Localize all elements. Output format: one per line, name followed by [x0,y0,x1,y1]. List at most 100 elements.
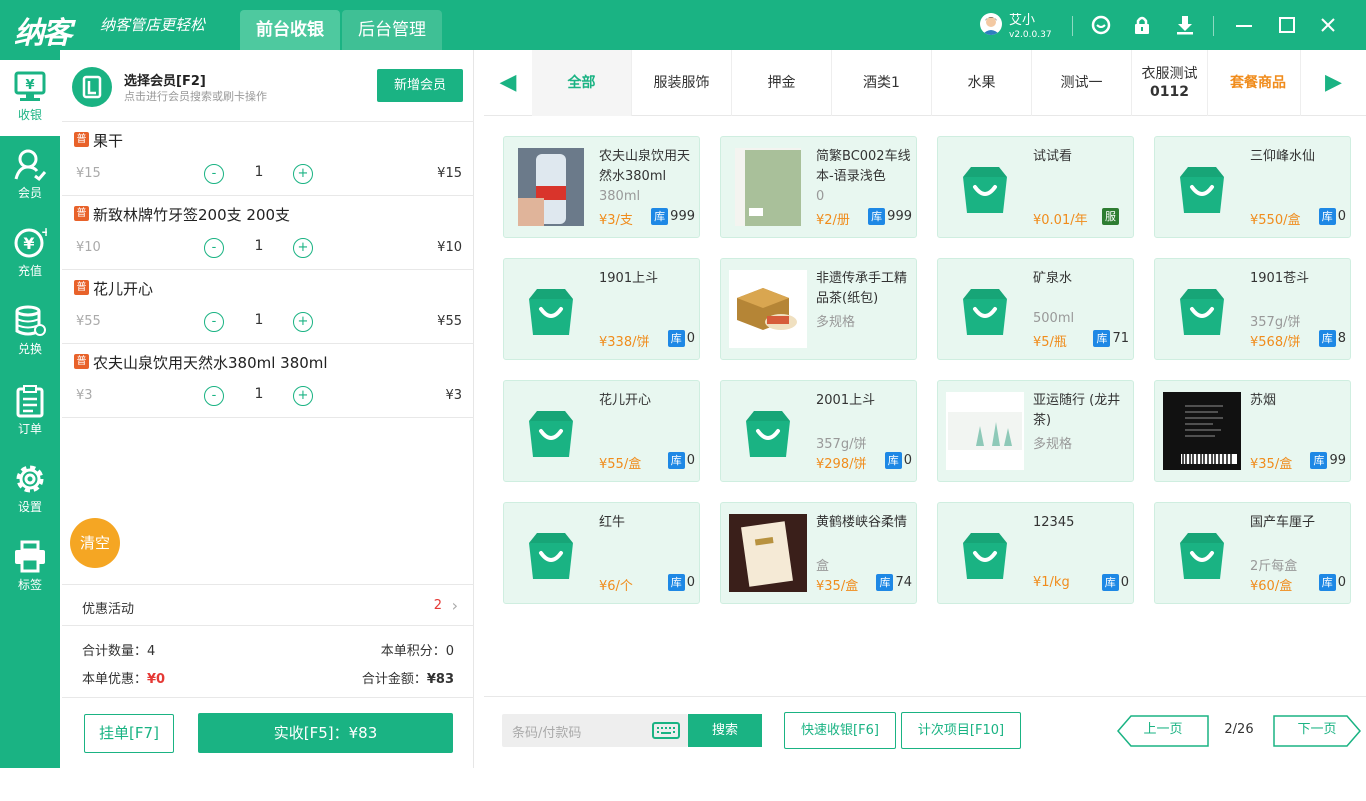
bottom-toolbar: 条码/付款码 搜索 快速收银[F6] 计次项目[F10] 上一页 2/26 下一… [484,696,1366,768]
increase-button[interactable]: + [293,238,313,258]
category-prev-arrow-icon[interactable]: ◀ [484,50,532,116]
sidebar-item-labels[interactable]: 标签 [0,528,60,604]
cart-item-price: ¥15 [76,166,101,181]
stock-badge: 库 74 [876,574,912,591]
product-card[interactable]: 1901苍斗 357g/饼 ¥568/饼 库 8 [1154,258,1351,360]
category-tab[interactable]: 测试一 [1032,50,1132,116]
product-card[interactable]: 农夫山泉饮用天然水380ml 380ml ¥3/支 库 999 [503,136,700,238]
cart-item-qty[interactable]: 1 [242,164,276,180]
prev-page-button[interactable]: 上一页 [1117,715,1209,747]
member-select[interactable]: 选择会员[F2] 点击进行会员搜索或刷卡操作 新增会员 [62,50,474,122]
product-card[interactable]: 1901上斗 ¥338/饼 库 0 [503,258,700,360]
category-tab[interactable]: 套餐商品 [1208,50,1308,116]
decrease-button[interactable]: - [204,386,224,406]
product-price: ¥60/盒 [1250,579,1293,594]
normal-tag: 普 [74,132,89,147]
next-page-button[interactable]: 下一页 [1273,715,1361,747]
product-card[interactable]: 2001上斗 357g/饼 ¥298/饼 库 0 [720,380,917,482]
close-icon[interactable] [1317,14,1339,36]
decrease-button[interactable]: - [204,164,224,184]
stock-tag: 库 [1101,574,1119,591]
category-tab[interactable]: 水果 [932,50,1032,116]
tab-front-cashier[interactable]: 前台收银 [240,10,340,50]
product-price: ¥55/盒 [599,457,642,472]
decrease-button[interactable]: - [204,238,224,258]
cart-item-name: 农夫山泉饮用天然水380ml 380ml [93,354,328,372]
svg-text:+: + [41,226,47,239]
cart-item[interactable]: 普 花儿开心 ¥55 - 1 + ¥55 [62,270,474,344]
category-tab[interactable]: 全部 [532,50,632,116]
hold-order-button[interactable]: 挂单[F7] [84,714,174,753]
increase-button[interactable]: + [293,164,313,184]
sidebar-item-orders[interactable]: 订单 [0,372,60,448]
product-name: 花儿开心 [599,393,652,408]
cart-item-qty[interactable]: 1 [242,312,276,328]
clear-cart-button[interactable]: 清空 [70,518,120,568]
search-button[interactable]: 搜索 [688,714,762,747]
stock-tag: 库 [884,452,902,469]
stock-tag: 库 [876,574,894,591]
svg-text:¥: ¥ [25,78,34,93]
avatar[interactable] [980,13,1002,35]
product-card[interactable]: 苏烟 ¥35/盒 库 99 [1154,380,1351,482]
product-card[interactable]: 亚运随行 (龙井茶) 多规格 [937,380,1134,482]
stock-badge: 库0 [1101,574,1129,591]
count-items-button[interactable]: 计次项目[F10] [901,712,1021,749]
increase-button[interactable]: + [293,312,313,332]
keyboard-icon[interactable] [652,722,680,739]
sidebar-item-exchange[interactable]: 兑换 [0,292,60,368]
product-card[interactable]: 三仰峰水仙 ¥550/盒 库 0 [1154,136,1351,238]
maximize-icon[interactable] [1276,14,1298,36]
recharge-icon: ¥+ [14,226,47,258]
sidebar-item-cashier[interactable]: ¥ 收银 [0,60,60,136]
category-tab[interactable]: 酒类1 [832,50,932,116]
minimize-icon[interactable] [1233,14,1255,36]
product-price: ¥0.01/年 [1033,213,1088,228]
quick-checkout-button[interactable]: 快速收银[F6] [784,712,896,749]
stock-count: 74 [895,575,912,590]
download-icon[interactable] [1174,14,1196,36]
tab-back-admin[interactable]: 后台管理 [342,10,442,50]
barcode-input[interactable]: 条码/付款码 [502,714,688,747]
category-next-arrow-icon[interactable]: ▶ [1300,50,1366,116]
product-card[interactable]: 黄鹤楼峡谷柔情盒 ¥35/盒 库 74 [720,502,917,604]
product-card[interactable]: 非遗传承手工精品茶(纸包) 多规格 [720,258,917,360]
decrease-button[interactable]: - [204,312,224,332]
chevron-right-icon: › [451,596,458,615]
product-name: 三仰峰水仙 [1250,149,1316,164]
cart-item-qty[interactable]: 1 [242,238,276,254]
support-icon[interactable] [1090,14,1112,36]
sidebar-more[interactable]: ••• 更多 [0,763,60,801]
stock-badge: 库0 [667,574,695,591]
product-price: ¥6/个 [599,579,633,594]
category-tab[interactable]: 押金 [732,50,832,116]
cart-item[interactable]: 普 新致林牌竹牙签200支 200支 ¥10 - 1 + ¥10 [62,196,474,270]
product-card[interactable]: 试试看 ¥0.01/年服 [937,136,1134,238]
stock-badge: 库0 [667,452,695,469]
product-card[interactable]: 红牛 ¥6/个 库 0 [503,502,700,604]
stock-count: 0 [1337,209,1346,224]
add-member-button[interactable]: 新增会员 [377,69,463,102]
stock-badge: 库0 [1318,208,1346,225]
product-card[interactable]: 花儿开心 ¥55/盒 库 0 [503,380,700,482]
promotion-row[interactable]: 优惠活动 2 › [62,584,474,626]
stock-count: 999 [887,209,912,224]
product-card[interactable]: 简繁BC002车线本-语录浅色 0 ¥2/册 库 999 [720,136,917,238]
cart-item[interactable]: 普 果干 ¥15 - 1 + ¥15 [62,122,474,196]
product-card[interactable]: 12345 ¥1/kg 库 0 [937,502,1134,604]
product-card[interactable]: 矿泉水 500ml ¥5/瓶 库 71 [937,258,1134,360]
shopping-bag-icon [512,513,590,593]
category-tab[interactable]: 衣服测试 0112 [1132,50,1208,116]
cart-item[interactable]: 普 农夫山泉饮用天然水380ml 380ml ¥3 - 1 + ¥3 [62,344,474,418]
category-tab[interactable]: 服装服饰 [632,50,732,116]
sidebar-item-recharge[interactable]: ¥ + 充值 [0,214,60,290]
cart-item-qty[interactable]: 1 [242,386,276,402]
product-card[interactable]: 国产车厘子 2斤每盒 ¥60/盒 库 0 [1154,502,1351,604]
increase-button[interactable]: + [293,386,313,406]
lock-icon[interactable] [1131,14,1153,36]
sidebar-item-member[interactable]: 会员 [0,136,60,212]
sidebar-item-settings[interactable]: 设置 [0,450,60,526]
shopping-bag-icon [1163,269,1241,349]
sidebar-label: 充值 [17,264,42,278]
pay-button[interactable]: 实收[F5]：¥83 [198,713,453,753]
